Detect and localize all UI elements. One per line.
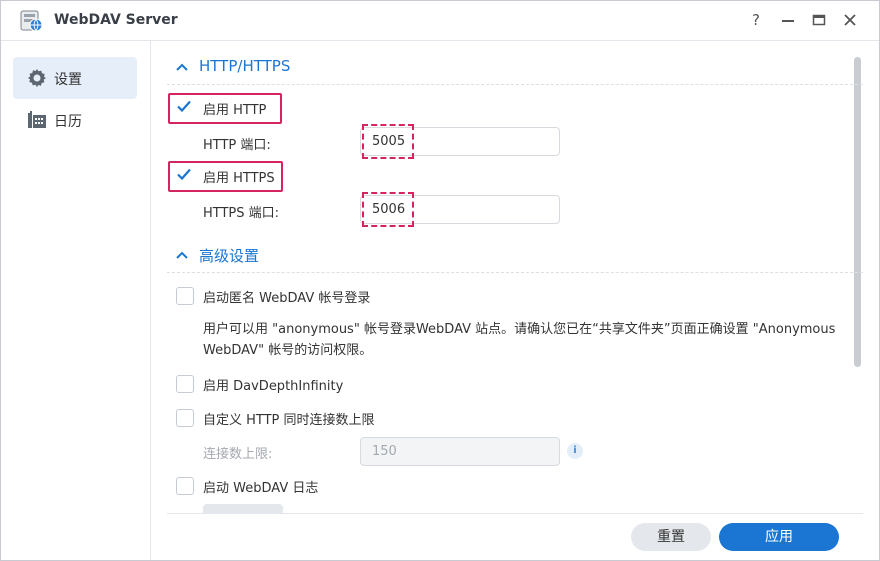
- custom-connection-limit-label: 自定义 HTTP 同时连接数上限: [203, 413, 375, 428]
- dashed-highlight-annotation: [362, 192, 414, 227]
- close-icon: [844, 14, 856, 26]
- sidebar-item-calendar[interactable]: 日历: [13, 99, 137, 141]
- minimize-icon: [782, 20, 794, 22]
- reset-button[interactable]: 重置: [631, 523, 711, 551]
- sidebar: 设置 日历: [1, 41, 151, 560]
- info-icon[interactable]: i: [567, 443, 583, 459]
- title-bar: WebDAV Server ?: [1, 1, 879, 41]
- custom-connection-limit-checkbox[interactable]: [176, 409, 194, 427]
- dashed-highlight-annotation: [362, 124, 414, 159]
- sidebar-item-settings[interactable]: 设置: [13, 57, 137, 99]
- sidebar-item-label: 设置: [54, 72, 82, 88]
- connection-limit-input[interactable]: 150: [360, 437, 560, 466]
- apply-button[interactable]: 应用: [719, 523, 839, 551]
- dav-depth-infinity-checkbox[interactable]: [176, 375, 194, 393]
- section-http-https-header[interactable]: HTTP/HTTPS: [167, 56, 863, 85]
- http-port-label: HTTP 端口:: [203, 138, 271, 153]
- calendar-icon: [28, 111, 46, 128]
- https-port-label: HTTPS 端口:: [203, 206, 280, 221]
- footer-divider: [167, 513, 863, 514]
- chevron-up-icon: [176, 251, 188, 259]
- window-title: WebDAV Server: [54, 12, 178, 28]
- scrollbar[interactable]: [854, 57, 861, 367]
- enable-log-label: 启动 WebDAV 日志: [203, 481, 319, 496]
- anonymous-login-description: 用户可以用 "anonymous" 帐号登录WebDAV 站点。请确认您已在“共…: [203, 322, 836, 358]
- maximize-icon: [812, 14, 826, 26]
- section-advanced-header[interactable]: 高级设置: [167, 244, 863, 273]
- help-button[interactable]: ?: [746, 10, 766, 30]
- section-title: 高级设置: [199, 247, 260, 265]
- minimize-button[interactable]: [778, 10, 798, 30]
- connection-limit-label: 连接数上限:: [203, 447, 273, 462]
- chevron-up-icon: [176, 63, 188, 71]
- dav-depth-infinity-label: 启用 DavDepthInfinity: [203, 379, 344, 394]
- sidebar-item-label: 日历: [54, 114, 82, 130]
- webdav-server-window: WebDAV Server ? 设置 日历 HTTP/HTTPS 启用 HTTP…: [0, 0, 880, 561]
- enable-https-checkbox[interactable]: [176, 166, 192, 182]
- anonymous-login-label: 启动匿名 WebDAV 帐号登录: [203, 291, 371, 306]
- enable-http-checkbox[interactable]: [176, 98, 192, 114]
- section-title: HTTP/HTTPS: [199, 57, 291, 75]
- close-button[interactable]: [840, 10, 860, 30]
- anonymous-login-checkbox[interactable]: [176, 287, 194, 305]
- maximize-button[interactable]: [809, 10, 829, 30]
- webdav-server-app-icon: [20, 10, 43, 32]
- enable-log-checkbox[interactable]: [176, 477, 194, 495]
- gear-icon: [28, 69, 46, 87]
- enable-http-label: 启用 HTTP: [203, 103, 267, 118]
- enable-https-label: 启用 HTTPS: [203, 171, 275, 186]
- settings-content: HTTP/HTTPS 启用 HTTP HTTP 端口: 5005 启用 HTTP…: [151, 41, 879, 560]
- connection-limit-value: 150: [372, 444, 397, 459]
